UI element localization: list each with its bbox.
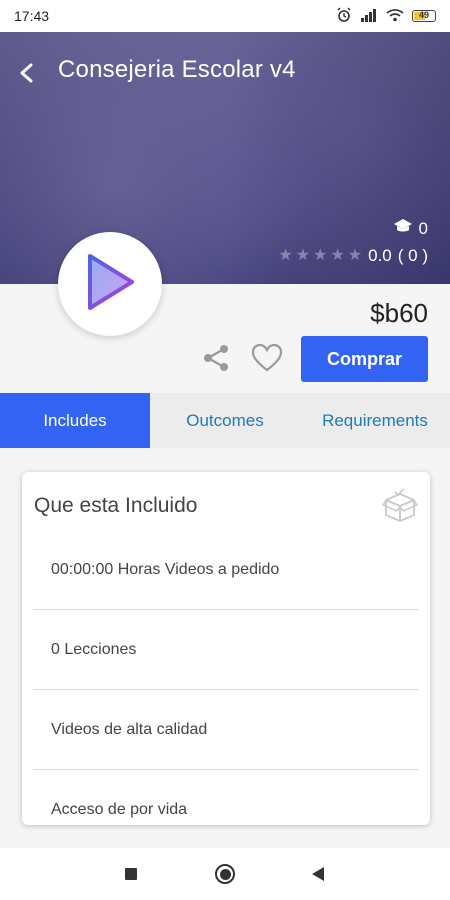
rating-count: ( 0 ) [397, 246, 428, 265]
students-count: 0 [418, 218, 428, 238]
includes-card: Que esta Incluido 00:00:00 Horas Videos … [22, 472, 430, 825]
triangle-back-icon [312, 867, 324, 881]
status-bar: 17:43 49 [0, 0, 450, 32]
heart-icon [250, 343, 284, 378]
rating-value: 0.0 [368, 246, 392, 265]
recents-button[interactable] [125, 868, 137, 880]
battery-icon: 49 [412, 10, 436, 22]
rating-stars: ★ ★ ★ ★ ★ [278, 248, 362, 264]
includes-list: 00:00:00 Horas Videos a pedido 0 Leccion… [33, 530, 419, 825]
wifi-icon [386, 8, 404, 25]
nav-back-button[interactable] [311, 866, 325, 887]
star-icon: ★ [278, 247, 293, 264]
course-price: $b60 [370, 298, 428, 328]
tab-includes[interactable]: Includes [0, 393, 150, 448]
status-icons: 49 [336, 7, 436, 26]
list-item: Videos de alta calidad [33, 690, 419, 770]
wishlist-button[interactable] [250, 342, 284, 374]
list-item: 0 Lecciones [33, 610, 419, 690]
buy-button[interactable]: Comprar [301, 336, 428, 382]
circle-icon [219, 868, 231, 880]
list-item: Acceso de por vida [33, 770, 419, 825]
home-button[interactable] [215, 864, 235, 884]
star-icon: ★ [330, 247, 345, 264]
star-icon: ★ [295, 247, 311, 264]
signal-icon [360, 8, 378, 25]
share-button[interactable] [200, 342, 232, 374]
system-nav-bar [0, 848, 450, 900]
students-count-row: 0 [393, 218, 428, 239]
tab-requirements[interactable]: Requirements [300, 393, 450, 448]
graduation-cap-icon [393, 218, 413, 239]
card-title: Que esta Incluido [34, 494, 198, 517]
box-icon [382, 488, 418, 524]
back-button[interactable] [12, 60, 42, 90]
rating-row: ★ ★ ★ ★ ★ 0.0 ( 0 ) [278, 246, 428, 266]
tab-outcomes[interactable]: Outcomes [150, 393, 300, 448]
alarm-icon [336, 7, 352, 26]
course-title: Consejeria Escolar v4 [58, 56, 296, 83]
play-preview-button[interactable] [58, 232, 162, 336]
battery-level: 49 [418, 10, 429, 20]
star-icon: ★ [347, 247, 363, 264]
share-icon [200, 345, 232, 378]
play-icon [84, 252, 136, 317]
list-item: 00:00:00 Horas Videos a pedido [33, 530, 419, 610]
course-tabs: Includes Outcomes Requirements [0, 393, 450, 448]
back-arrow-icon [16, 62, 38, 89]
course-hero: Consejeria Escolar v4 0 ★ ★ ★ ★ ★ 0.0 ( … [0, 32, 450, 284]
status-time: 17:43 [14, 8, 50, 24]
star-icon: ★ [313, 247, 328, 264]
